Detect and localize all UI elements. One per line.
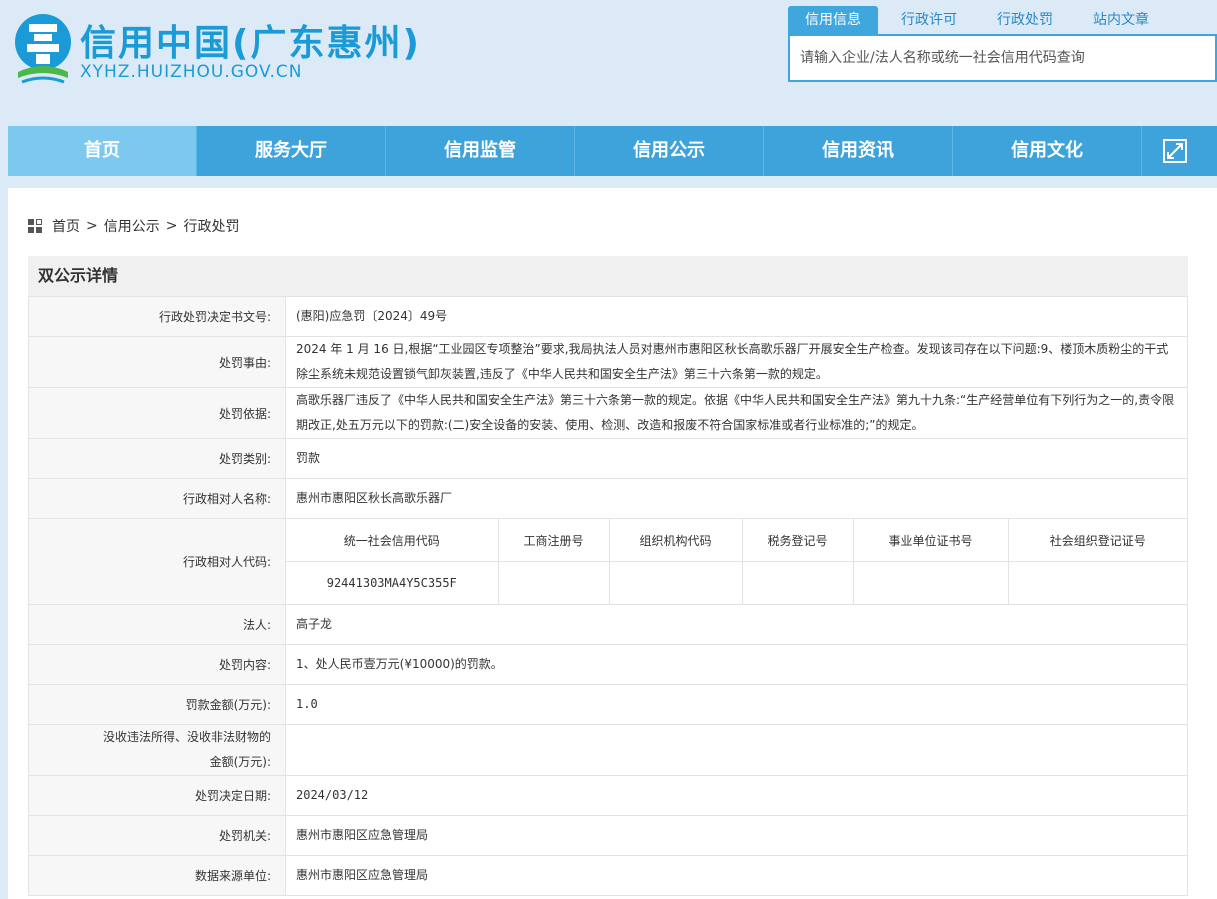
row-label: 行政相对人名称:	[28, 478, 286, 519]
nav-item-credit-culture[interactable]: 信用文化	[953, 126, 1142, 176]
breadcrumb-separator: >	[165, 218, 178, 234]
code-header: 事业单位证书号	[852, 519, 1009, 562]
row-label: 法人:	[28, 604, 286, 645]
code-value	[741, 561, 854, 604]
panel-title: 双公示详情	[28, 256, 1188, 296]
row-label: 处罚机关:	[28, 815, 286, 856]
content-area: 首页 > 信用公示 > 行政处罚 双公示详情 行政处罚决定书文号: (惠阳)应急…	[8, 188, 1217, 899]
code-value	[1007, 561, 1187, 604]
code-value	[497, 561, 610, 604]
code-header: 组织机构代码	[608, 519, 743, 562]
expand-icon	[1163, 139, 1187, 163]
credit-code-value: 92441303MA4Y5C355F	[286, 561, 499, 604]
search-input[interactable]	[790, 36, 1215, 80]
grid-icon	[28, 219, 42, 233]
source-value: 惠州市惠阳区应急管理局	[285, 855, 1188, 896]
site-title: 信用中国(广东惠州)	[80, 23, 421, 64]
detail-panel: 双公示详情 行政处罚决定书文号: (惠阳)应急罚〔2024〕49号 处罚事由: …	[28, 256, 1188, 896]
logo-icon	[15, 14, 71, 84]
table-row: 处罚内容: 1、处人民币壹万元(¥10000)的罚款。	[28, 644, 1188, 685]
code-value	[608, 561, 743, 604]
legal-person-value: 高子龙	[285, 604, 1188, 645]
row-label: 处罚事由:	[28, 336, 286, 388]
row-label: 处罚类别:	[28, 438, 286, 479]
row-label: 行政相对人代码:	[28, 518, 286, 605]
main-nav: 首页 服务大厅 信用监管 信用公示 信用资讯 信用文化	[8, 126, 1217, 176]
authority-value: 惠州市惠阳区应急管理局	[285, 815, 1188, 856]
code-header: 税务登记号	[741, 519, 854, 562]
party-code-table: 统一社会信用代码 工商注册号 组织机构代码 税务登记号 事业单位证书号 社会组织…	[286, 519, 1187, 604]
basis-value: 高歌乐器厂违反了《中华人民共和国安全生产法》第三十六条第一款的规定。依据《中华人…	[285, 387, 1188, 439]
breadcrumb: 首页 > 信用公示 > 行政处罚	[28, 216, 239, 236]
category-value: 罚款	[285, 438, 1188, 479]
table-row: 行政相对人名称: 惠州市惠阳区秋长高歌乐器厂	[28, 478, 1188, 519]
detail-table: 行政处罚决定书文号: (惠阳)应急罚〔2024〕49号 处罚事由: 2024 年…	[28, 296, 1188, 896]
breadcrumb-separator: >	[86, 218, 98, 234]
search-tabs: 信用信息 行政许可 行政处罚 站内文章	[788, 6, 1172, 34]
table-row: 法人: 高子龙	[28, 604, 1188, 645]
table-row: 数据来源单位: 惠州市惠阳区应急管理局	[28, 855, 1188, 896]
party-code-cell: 统一社会信用代码 工商注册号 组织机构代码 税务登记号 事业单位证书号 社会组织…	[285, 518, 1188, 605]
nav-item-credit-supervision[interactable]: 信用监管	[386, 126, 575, 176]
site-url: XYHZ.HUIZHOU.GOV.CN	[80, 62, 303, 82]
code-header: 工商注册号	[497, 519, 610, 562]
code-header: 统一社会信用代码	[286, 519, 499, 562]
table-row: 92441303MA4Y5C355F	[286, 561, 1187, 604]
row-label: 数据来源单位:	[28, 855, 286, 896]
nav-expand-button[interactable]	[1142, 126, 1208, 176]
nav-item-service-hall[interactable]: 服务大厅	[197, 126, 386, 176]
penalty-content-value: 1、处人民币壹万元(¥10000)的罚款。	[285, 644, 1188, 685]
nav-item-credit-news[interactable]: 信用资讯	[764, 126, 953, 176]
amount-value: 1.0	[285, 684, 1188, 725]
table-row: 没收违法所得、没收非法财物的 金额(万元):	[28, 724, 1188, 776]
table-row: 处罚类别: 罚款	[28, 438, 1188, 479]
date-value: 2024/03/12	[285, 775, 1188, 816]
table-row: 行政相对人代码: 统一社会信用代码 工商注册号 组织机构代码 税务登记号 事业单…	[28, 518, 1188, 605]
breadcrumb-admin-penalty: 行政处罚	[183, 219, 240, 235]
reason-value: 2024 年 1 月 16 日,根据“工业园区专项整治”要求,我局执法人员对惠州…	[285, 336, 1188, 388]
search-tab-admin-penalty[interactable]: 行政处罚	[980, 6, 1070, 34]
table-row: 统一社会信用代码 工商注册号 组织机构代码 税务登记号 事业单位证书号 社会组织…	[286, 519, 1187, 562]
row-label: 没收违法所得、没收非法财物的 金额(万元):	[28, 724, 286, 776]
table-row: 行政处罚决定书文号: (惠阳)应急罚〔2024〕49号	[28, 296, 1188, 337]
nav-item-credit-publicity[interactable]: 信用公示	[575, 126, 764, 176]
breadcrumb-home[interactable]: 首页	[52, 216, 80, 236]
table-row: 处罚机关: 惠州市惠阳区应急管理局	[28, 815, 1188, 856]
search-box	[788, 34, 1217, 82]
search-tab-site-articles[interactable]: 站内文章	[1076, 6, 1166, 34]
search-tab-admin-license[interactable]: 行政许可	[884, 6, 974, 34]
row-label: 处罚依据:	[28, 387, 286, 439]
confiscate-label-line1: 没收违法所得、没收非法财物的	[102, 730, 271, 744]
nav-item-home[interactable]: 首页	[8, 126, 197, 176]
search-tab-credit-info[interactable]: 信用信息	[788, 6, 878, 34]
confiscate-label-line2: 金额(万元):	[209, 755, 271, 769]
breadcrumb-credit-publicity[interactable]: 信用公示	[104, 216, 160, 236]
table-row: 处罚决定日期: 2024/03/12	[28, 775, 1188, 816]
code-value	[852, 561, 1009, 604]
table-row: 处罚依据: 高歌乐器厂违反了《中华人民共和国安全生产法》第三十六条第一款的规定。…	[28, 387, 1188, 439]
code-header: 社会组织登记证号	[1007, 519, 1187, 562]
confiscate-value	[285, 724, 1188, 776]
row-label: 罚款金额(万元):	[28, 684, 286, 725]
doc-number-value: (惠阳)应急罚〔2024〕49号	[285, 296, 1188, 337]
party-name-value: 惠州市惠阳区秋长高歌乐器厂	[285, 478, 1188, 519]
row-label: 行政处罚决定书文号:	[28, 296, 286, 337]
row-label: 处罚决定日期:	[28, 775, 286, 816]
table-row: 处罚事由: 2024 年 1 月 16 日,根据“工业园区专项整治”要求,我局执…	[28, 336, 1188, 388]
row-label: 处罚内容:	[28, 644, 286, 685]
table-row: 罚款金额(万元): 1.0	[28, 684, 1188, 725]
